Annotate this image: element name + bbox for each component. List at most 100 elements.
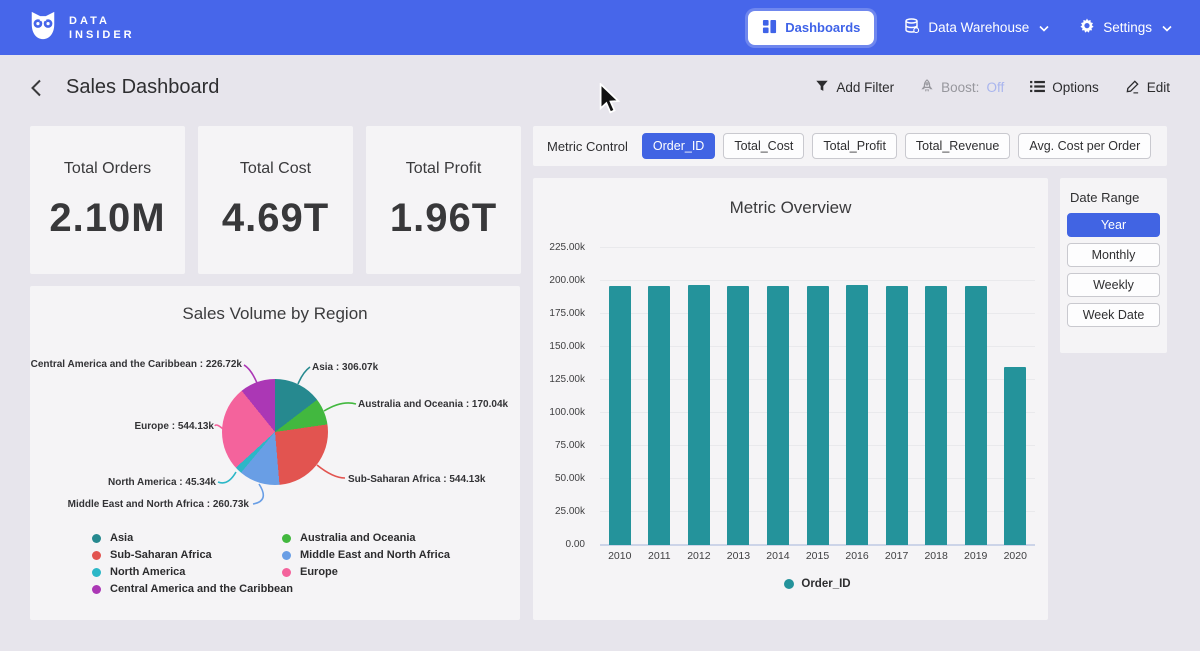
- sales-dashboard-app: DATA INSIDER Dashboards: [0, 0, 1200, 651]
- y-tick-label: 225.00k: [549, 242, 585, 253]
- add-filter-button[interactable]: Add Filter: [815, 79, 894, 96]
- pie-legend-column-right: Australia and Oceania Middle East and Nor…: [282, 532, 450, 578]
- legend-dot: [92, 551, 101, 560]
- bar-slot: [877, 248, 917, 545]
- options-label: Options: [1052, 80, 1099, 95]
- owl-icon: [28, 9, 58, 46]
- kpi-value: 2.10M: [49, 196, 165, 241]
- bar-slot: [640, 248, 680, 545]
- pie-callout-middle-east-and-north-africa: Middle East and North Africa : 260.73k: [68, 499, 249, 510]
- nav-settings[interactable]: Settings: [1079, 18, 1172, 37]
- chevron-down-icon: [1162, 20, 1172, 35]
- date-range-button-year[interactable]: Year: [1067, 213, 1160, 237]
- pie-legend-label: Asia: [110, 532, 133, 544]
- pie-legend-item-sub-saharan-africa[interactable]: Sub-Saharan Africa: [92, 549, 293, 561]
- y-tick-label: 75.00k: [555, 440, 585, 451]
- brand-text: DATA INSIDER: [69, 14, 135, 42]
- x-tick-label: 2017: [877, 550, 917, 562]
- date-range-button-monthly[interactable]: Monthly: [1067, 243, 1160, 267]
- metric-button-total-revenue[interactable]: Total_Revenue: [905, 133, 1010, 159]
- edit-button[interactable]: Edit: [1125, 79, 1170, 97]
- bar-chart-plot: [600, 248, 1035, 545]
- pencil-icon: [1125, 79, 1140, 97]
- bar-2017[interactable]: [886, 286, 908, 545]
- legend-dot: [282, 568, 291, 577]
- pie-legend-label: Central America and the Caribbean: [110, 583, 293, 595]
- metric-overview-chart-card: Metric Overview 0.0025.00k50.00k75.00k10…: [533, 178, 1048, 620]
- metric-control-bar: Metric Control Order_IDTotal_CostTotal_P…: [533, 126, 1167, 166]
- page-title: Sales Dashboard: [66, 76, 219, 99]
- x-tick-label: 2020: [995, 550, 1035, 562]
- options-button[interactable]: Options: [1030, 80, 1099, 96]
- metric-button-order-id[interactable]: Order_ID: [642, 133, 715, 159]
- bar-chart-legend: Order_ID: [600, 578, 1035, 590]
- bar-2016[interactable]: [846, 285, 868, 545]
- pie-callout-australia-and-oceania: Australia and Oceania : 170.04k: [358, 399, 508, 410]
- bar-slot: [600, 248, 640, 545]
- bar-2014[interactable]: [767, 286, 789, 545]
- kpi-card-total-profit: Total Profit 1.96T: [366, 126, 521, 274]
- sales-volume-chart-card: Sales Volume by Region Asia : 306.07kAus…: [30, 286, 520, 620]
- nav-dashboards-button[interactable]: Dashboards: [748, 11, 874, 45]
- rocket-icon: [920, 79, 934, 97]
- bar-chart-x-axis: 2010201120122013201420152016201720182019…: [600, 550, 1035, 562]
- bar-slot: [758, 248, 798, 545]
- bar-2010[interactable]: [609, 286, 631, 545]
- date-range-panel: Date Range YearMonthlyWeeklyWeek Date: [1060, 178, 1167, 353]
- legend-dot: [92, 568, 101, 577]
- nav-dashboards-label: Dashboards: [785, 20, 860, 35]
- bar-slot: [798, 248, 838, 545]
- back-button[interactable]: [30, 79, 42, 97]
- nav-data-warehouse-label: Data Warehouse: [928, 20, 1029, 35]
- boost-label: Boost:: [941, 80, 979, 95]
- pie-legend-item-europe[interactable]: Europe: [282, 566, 450, 578]
- bar-slot: [995, 248, 1035, 545]
- bar-2018[interactable]: [925, 286, 947, 545]
- pie-legend-item-north-america[interactable]: North America: [92, 566, 293, 578]
- x-tick-label: 2015: [798, 550, 838, 562]
- x-tick-label: 2012: [679, 550, 719, 562]
- pie-legend-label: Sub-Saharan Africa: [110, 549, 212, 561]
- date-range-buttons: Year Monthly Weekly Week Date: [1067, 213, 1160, 327]
- y-tick-label: 175.00k: [549, 308, 585, 319]
- y-tick-label: 100.00k: [549, 407, 585, 418]
- pie-callout-sub-saharan-africa: Sub-Saharan Africa : 544.13k: [348, 474, 485, 485]
- date-range-button-week-date[interactable]: Week Date: [1067, 303, 1160, 327]
- metric-button-total-cost[interactable]: Total_Cost: [723, 133, 804, 159]
- nav-data-warehouse[interactable]: Data Warehouse: [904, 18, 1049, 37]
- pie-legend-item-middle-east-and-north-africa[interactable]: Middle East and North Africa: [282, 549, 450, 561]
- kpi-card-total-cost: Total Cost 4.69T: [198, 126, 353, 274]
- kpi-label: Total Orders: [64, 160, 151, 178]
- pie-legend-item-asia[interactable]: Asia: [92, 532, 293, 544]
- bar-slot: [679, 248, 719, 545]
- bar-2015[interactable]: [807, 286, 829, 545]
- x-tick-label: 2019: [956, 550, 996, 562]
- bars-row: [600, 248, 1035, 545]
- pie-chart[interactable]: [222, 379, 328, 485]
- date-range-button-weekly[interactable]: Weekly: [1067, 273, 1160, 297]
- database-icon: [904, 18, 920, 37]
- bar-2012[interactable]: [688, 285, 710, 545]
- bar-2013[interactable]: [727, 286, 749, 545]
- x-tick-label: 2010: [600, 550, 640, 562]
- kpi-value: 1.96T: [390, 196, 497, 241]
- top-navbar: DATA INSIDER Dashboards: [0, 0, 1200, 55]
- metric-button-total-profit[interactable]: Total_Profit: [812, 133, 897, 159]
- y-tick-label: 50.00k: [555, 473, 585, 484]
- bar-2019[interactable]: [965, 286, 987, 545]
- brand-logo[interactable]: DATA INSIDER: [28, 9, 135, 46]
- boost-toggle[interactable]: Boost: Off: [920, 79, 1004, 97]
- nav-settings-label: Settings: [1103, 20, 1152, 35]
- legend-dot: [92, 585, 101, 594]
- pie-legend-item-australia-and-oceania[interactable]: Australia and Oceania: [282, 532, 450, 544]
- metric-button-avg-cost-per-order[interactable]: Avg. Cost per Order: [1018, 133, 1151, 159]
- pie-legend-label: North America: [110, 566, 185, 578]
- grid-icon: [762, 19, 777, 37]
- legend-dot: [282, 551, 291, 560]
- y-tick-label: 0.00: [566, 539, 585, 550]
- pie-callout-europe: Europe : 544.13k: [135, 421, 214, 432]
- y-tick-label: 150.00k: [549, 341, 585, 352]
- bar-2011[interactable]: [648, 286, 670, 545]
- bar-2020[interactable]: [1004, 367, 1026, 545]
- pie-legend-item-central-america-and-the-caribbean[interactable]: Central America and the Caribbean: [92, 583, 293, 595]
